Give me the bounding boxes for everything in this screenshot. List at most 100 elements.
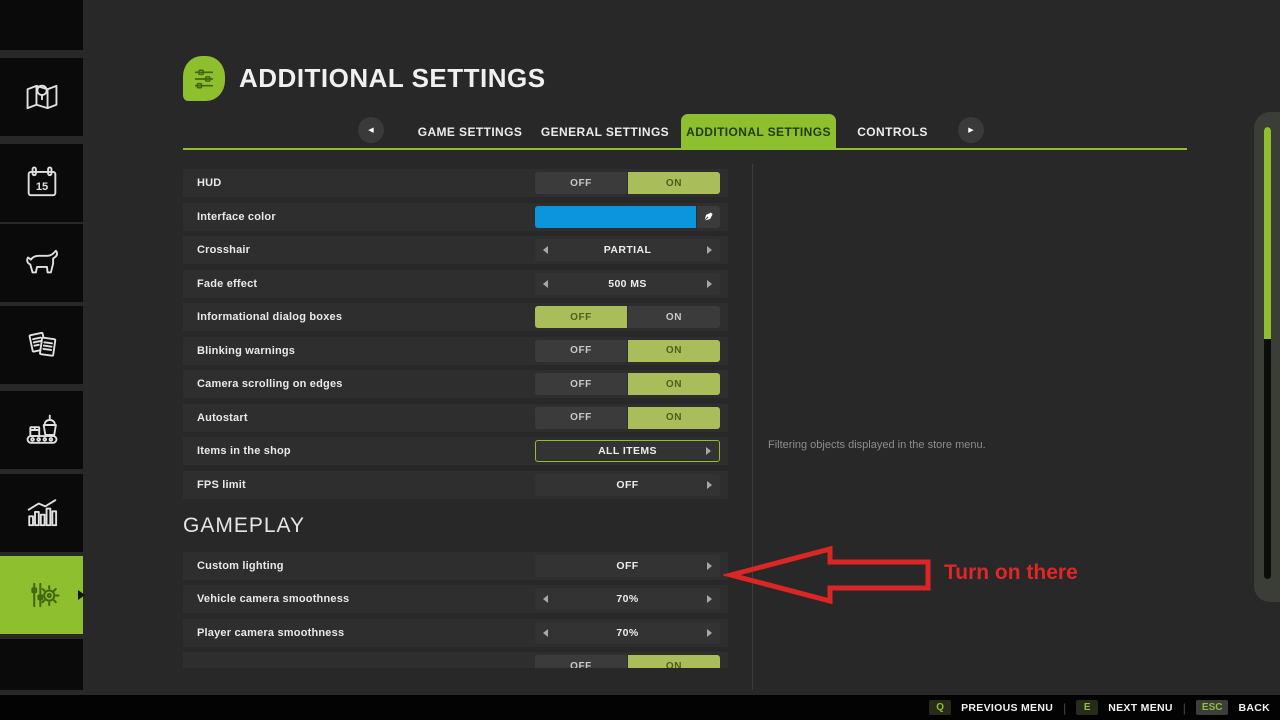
- setting-row-player-camera-smoothness: Player camera smoothness70%: [183, 619, 728, 647]
- toggle-on-option[interactable]: ON: [628, 172, 720, 194]
- sidebar-item-calendar[interactable]: 15: [0, 144, 83, 222]
- active-item-pointer: [78, 590, 85, 600]
- decrease-arrow-icon[interactable]: [543, 629, 548, 637]
- setting-label: Items in the shop: [197, 437, 291, 465]
- increase-arrow-icon[interactable]: [707, 280, 712, 288]
- setting-row-interface-color: Interface color: [183, 203, 728, 231]
- setting-label: Informational dialog boxes: [197, 303, 342, 331]
- key-e-badge: E: [1076, 700, 1098, 715]
- annotation-text: Turn on there: [944, 561, 1078, 585]
- toggle-informational-dialog-boxes[interactable]: OFFON: [535, 306, 720, 328]
- toggle-on-option[interactable]: ON: [628, 655, 720, 668]
- scrollbar[interactable]: [1264, 127, 1271, 579]
- tab-game-settings[interactable]: GAME SETTINGS: [410, 114, 530, 150]
- color-picker-icon: [702, 210, 715, 223]
- setting-label: Custom lighting: [197, 552, 284, 580]
- selector-fade-effect[interactable]: 500 MS: [535, 273, 720, 295]
- additional-settings-icon: [183, 56, 225, 101]
- tabs-next-button[interactable]: ▶: [958, 117, 984, 143]
- selector-value: 70%: [616, 593, 638, 605]
- toggle-blinking-warnings[interactable]: OFFON: [535, 340, 720, 362]
- sidebar-item-additional-settings[interactable]: [0, 556, 83, 634]
- increase-arrow-icon[interactable]: [707, 246, 712, 254]
- panel-divider: [752, 164, 753, 690]
- key-esc-badge: ESC: [1196, 700, 1229, 715]
- sidebar: 15: [0, 0, 83, 720]
- sidebar-item-contracts[interactable]: [0, 306, 83, 384]
- footer-separator: |: [1063, 701, 1066, 715]
- settings-sliders-gear-icon: [22, 575, 62, 615]
- next-menu-label[interactable]: NEXT MENU: [1108, 702, 1173, 714]
- selector-custom-lighting[interactable]: OFF: [535, 555, 720, 577]
- tab-general-settings[interactable]: GENERAL SETTINGS: [540, 114, 670, 150]
- toggle-off-option[interactable]: OFF: [535, 306, 627, 328]
- cow-icon: [22, 243, 62, 283]
- scroll-indicator: [1254, 112, 1280, 602]
- increase-arrow-icon[interactable]: [707, 595, 712, 603]
- setting-label: Blinking warnings: [197, 337, 295, 365]
- scrollbar-thumb[interactable]: [1264, 127, 1271, 339]
- selector-items-in-the-shop[interactable]: ALL ITEMS: [535, 440, 720, 462]
- toggle-camera-scrolling-on-edges[interactable]: OFFON: [535, 373, 720, 395]
- key-q-badge: Q: [929, 700, 951, 715]
- toggle-on-option[interactable]: ON: [628, 407, 720, 429]
- toggle-off-option[interactable]: OFF: [535, 172, 627, 194]
- selector-value: 70%: [616, 627, 638, 639]
- setting-row-fade-effect: Fade effect500 MS: [183, 270, 728, 298]
- toggle-hud[interactable]: OFFON: [535, 172, 720, 194]
- color-control-interface-color[interactable]: [535, 206, 720, 228]
- setting-label: Crosshair: [197, 236, 250, 264]
- setting-row-autostart: AutostartOFFON: [183, 404, 728, 432]
- sidebar-item-production[interactable]: [0, 391, 83, 469]
- setting-row-items-in-the-shop: Items in the shop ALL ITEMS: [183, 437, 728, 465]
- setting-row-row: OFFON: [183, 652, 728, 668]
- toggle-row[interactable]: OFFON: [535, 655, 720, 668]
- selector-crosshair[interactable]: PARTIAL: [535, 239, 720, 261]
- decrease-arrow-icon[interactable]: [543, 595, 548, 603]
- production-icon: [22, 410, 62, 450]
- toggle-on-option[interactable]: ON: [628, 306, 720, 328]
- decrease-arrow-icon[interactable]: [543, 280, 548, 288]
- annotation-arrow-left-icon: [723, 543, 938, 607]
- toggle-off-option[interactable]: OFF: [535, 655, 627, 668]
- increase-arrow-icon[interactable]: [707, 629, 712, 637]
- toggle-off-option[interactable]: OFF: [535, 373, 627, 395]
- color-swatch[interactable]: [535, 206, 696, 228]
- setting-label: Vehicle camera smoothness: [197, 585, 349, 613]
- toggle-off-option[interactable]: OFF: [535, 340, 627, 362]
- sidebar-item-statistics[interactable]: [0, 474, 83, 552]
- previous-menu-label[interactable]: PREVIOUS MENU: [961, 702, 1053, 714]
- documents-icon: [22, 325, 62, 365]
- setting-row-custom-lighting: Custom lighting OFF: [183, 552, 728, 580]
- toggle-on-option[interactable]: ON: [628, 340, 720, 362]
- chevron-left-icon: ◀: [368, 126, 373, 134]
- setting-row-vehicle-camera-smoothness: Vehicle camera smoothness 70%: [183, 585, 728, 613]
- decrease-arrow-icon[interactable]: [543, 246, 548, 254]
- increase-arrow-icon[interactable]: [707, 562, 712, 570]
- setting-label: Interface color: [197, 203, 276, 231]
- chevron-right-icon: ▶: [968, 126, 973, 134]
- tabs-previous-button[interactable]: ◀: [358, 117, 384, 143]
- toggle-autostart[interactable]: OFFON: [535, 407, 720, 429]
- toggle-on-option[interactable]: ON: [628, 373, 720, 395]
- selector-player-camera-smoothness[interactable]: 70%: [535, 622, 720, 644]
- sidebar-item-map[interactable]: [0, 58, 83, 136]
- increase-arrow-icon[interactable]: [706, 447, 711, 455]
- selector-fps-limit[interactable]: OFF: [535, 474, 720, 496]
- footer-keybar: Q PREVIOUS MENU | E NEXT MENU | ESC BACK: [0, 695, 1280, 720]
- setting-row-hud: HUD OFFON: [183, 169, 728, 197]
- color-picker-button[interactable]: [697, 206, 720, 228]
- setting-label: HUD: [197, 169, 221, 197]
- selector-vehicle-camera-smoothness[interactable]: 70%: [535, 588, 720, 610]
- section-header-gameplay: GAMEPLAY: [183, 511, 728, 541]
- setting-row-fps-limit: FPS limitOFF: [183, 471, 728, 499]
- selector-value: OFF: [616, 560, 638, 572]
- back-label[interactable]: BACK: [1238, 702, 1270, 714]
- sidebar-item-animals[interactable]: [0, 224, 83, 302]
- sidebar-spacer-bottom: [0, 639, 83, 690]
- tab-additional-settings[interactable]: ADDITIONAL SETTINGS: [681, 114, 836, 150]
- toggle-off-option[interactable]: OFF: [535, 407, 627, 429]
- increase-arrow-icon[interactable]: [707, 481, 712, 489]
- tab-controls[interactable]: CONTROLS: [845, 114, 940, 150]
- page-header: ADDITIONAL SETTINGS: [183, 56, 546, 101]
